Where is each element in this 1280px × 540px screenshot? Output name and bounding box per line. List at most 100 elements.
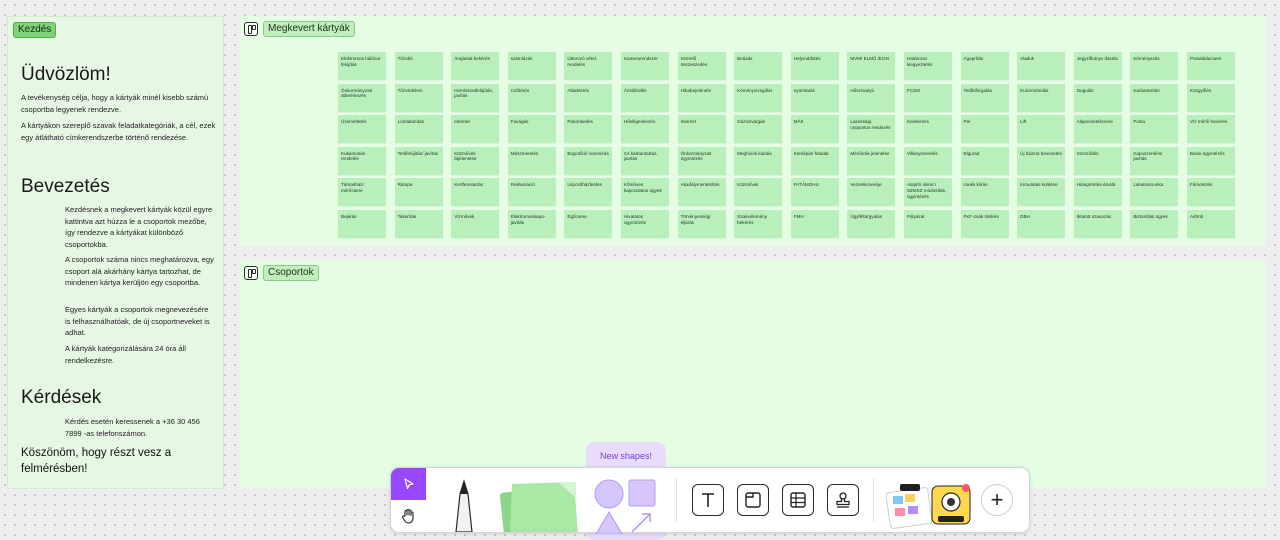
card[interactable]: Internet xyxy=(451,115,500,144)
card[interactable]: Airbnb xyxy=(1186,209,1235,238)
card[interactable]: Kukamosás rendelés xyxy=(338,146,386,175)
card[interactable]: Gázszivárgás xyxy=(734,115,783,144)
card[interactable]: Önkormányzati ügyintézés xyxy=(677,146,726,175)
card[interactable]: Fűmetszés xyxy=(1186,178,1235,207)
card[interactable]: Bogcsíkó/ novenirás xyxy=(564,146,613,175)
card[interactable]: Per xyxy=(960,115,1009,144)
card[interactable]: Rámpa xyxy=(394,178,443,207)
intro-tag[interactable]: Kezdés xyxy=(13,22,57,38)
card[interactable]: Posta xyxy=(1130,115,1179,144)
card[interactable]: Ázsitűrülés xyxy=(620,83,669,112)
card[interactable]: Csőtörés xyxy=(507,83,556,112)
card[interactable]: Közművek xyxy=(734,178,783,207)
card[interactable]: Úttorozó vétel, rendelés xyxy=(564,52,613,80)
card[interactable]: Hőszivattyú xyxy=(847,83,896,112)
card[interactable]: Kőműves kapcsolatos ügyek xyxy=(620,178,669,207)
card[interactable]: csekk kiírás xyxy=(960,178,1009,207)
card[interactable]: FATÁMOHU xyxy=(790,178,839,207)
card[interactable]: Banki ügyintézés xyxy=(1186,146,1235,175)
card[interactable]: MVM/ ELMŰ /EON xyxy=(847,52,896,80)
card[interactable]: Kéményszás xyxy=(1130,52,1179,80)
card[interactable]: Ágaprítás xyxy=(960,52,1009,80)
hand-tool-button[interactable] xyxy=(391,500,426,532)
card[interactable]: Kéményvizsgálat xyxy=(734,83,783,112)
card[interactable]: Szakvélemény bekérés xyxy=(734,209,783,238)
add-more-button[interactable]: + xyxy=(981,484,1013,516)
card[interactable]: FCSM xyxy=(903,83,952,112)
card[interactable]: Ügyféltárgyalás xyxy=(847,209,896,238)
shuffled-cards-frame[interactable]: Megkevert kártyák Elektromos hálózat fel… xyxy=(240,16,1266,246)
card[interactable]: Üzemeltetés xyxy=(338,115,386,144)
card[interactable]: FMH xyxy=(790,209,839,238)
card[interactable]: Lakossági, csoportos rendezés xyxy=(847,115,896,144)
card[interactable]: Tetőkiforgalás xyxy=(960,83,1009,112)
card[interactable]: Kertfenntartás xyxy=(451,178,500,207)
card[interactable]: Hidegrentés-átválá xyxy=(1073,178,1122,207)
pen-tool-button[interactable] xyxy=(444,478,484,532)
card[interactable]: Vízművek xyxy=(451,209,500,238)
card[interactable]: Hibabejelentés xyxy=(677,83,726,112)
card[interactable]: Önkormányzati átbeérkezés xyxy=(338,83,386,112)
card[interactable]: Homlokzatfelújítás, javítás xyxy=(451,83,500,112)
card[interactable]: Lift xyxy=(1017,115,1066,144)
card[interactable]: Kimutatás küldése xyxy=(1017,178,1066,207)
groups-frame-title[interactable]: Csoportok xyxy=(263,265,319,281)
card[interactable]: Ablaktörés xyxy=(564,83,613,112)
card[interactable]: Iktatott szavazás xyxy=(1073,209,1122,238)
card[interactable]: Kapuszerelési javítás xyxy=(1130,146,1179,175)
card[interactable]: Jegyzőkönyv iktatás xyxy=(1073,52,1122,80)
table-tool-button[interactable] xyxy=(782,484,814,516)
card[interactable]: MÁK xyxy=(790,115,839,144)
card[interactable]: Elektromoskapu-javítás xyxy=(507,209,556,238)
card[interactable]: FKF-zsák rátérés xyxy=(960,209,1009,238)
card[interactable]: Társasházi mérőcsere xyxy=(338,178,386,207)
card[interactable]: Postaládacsere xyxy=(1186,52,1235,80)
shuffled-frame-title[interactable]: Megkevert kártyák xyxy=(263,21,355,37)
card[interactable]: Kivitelezés xyxy=(903,115,952,144)
card[interactable]: Viaduk xyxy=(1017,52,1066,80)
card[interactable]: Mészmeretés xyxy=(507,146,556,175)
card[interactable]: Árajánlat bekérés xyxy=(451,52,500,80)
text-tool-button[interactable] xyxy=(692,484,724,516)
card[interactable]: Szerelő összeszedés xyxy=(677,52,726,80)
card[interactable]: számlázás xyxy=(507,52,556,80)
card[interactable]: Bejárás xyxy=(338,209,386,238)
card[interactable]: Rokonkedés xyxy=(564,115,613,144)
card[interactable]: Karbantartás xyxy=(1130,83,1179,112)
card[interactable]: Tűzoltó xyxy=(394,52,443,80)
card[interactable]: Biztosítási ügyek xyxy=(1130,209,1179,238)
card[interactable]: Határozat kiegyeztetés xyxy=(903,52,952,80)
card[interactable]: Kerékpári feladat xyxy=(790,146,839,175)
intro-section[interactable]: Kezdés Üdvözlöm! A tevékenység célja, ho… xyxy=(7,16,224,489)
card[interactable]: Dugulás xyxy=(1073,83,1122,112)
select-tool-button[interactable] xyxy=(391,468,426,500)
section-tool-button[interactable] xyxy=(737,484,769,516)
groups-frame-header[interactable]: Csoportok xyxy=(244,265,319,281)
card[interactable]: Internet xyxy=(677,115,726,144)
card[interactable]: Égőcsere xyxy=(564,209,613,238)
card[interactable]: Lakatosmunka xyxy=(1130,178,1179,207)
card[interactable]: nyomtatás xyxy=(790,83,839,112)
card[interactable]: Víz mérő/ hevérés xyxy=(1186,115,1235,144)
card[interactable]: Meghívók kiadás xyxy=(734,146,783,175)
stamp-tool-button[interactable] xyxy=(827,484,859,516)
card[interactable]: Cs karbantartás, javítás xyxy=(620,146,669,175)
card[interactable]: Lépcsőházfestés xyxy=(564,178,613,207)
card[interactable]: Lomtalanítás xyxy=(394,115,443,144)
templates-and-widgets-button[interactable] xyxy=(886,478,976,530)
card[interactable]: Villanyszerelés xyxy=(903,146,952,175)
card[interactable]: Tetőfelújítás/ javítás xyxy=(394,146,443,175)
card[interactable]: Reklamáció xyxy=(507,178,556,207)
card[interactable]: Hőelligenkezés xyxy=(620,115,669,144)
card[interactable]: Törvényességi eljárás xyxy=(677,209,726,238)
card[interactable]: Tűzvédelem xyxy=(394,83,443,112)
card[interactable]: Új házirut bevezetés xyxy=(1017,146,1066,175)
shapes-tool-button[interactable] xyxy=(590,476,662,534)
sticky-note-tool-button[interactable] xyxy=(496,478,582,532)
card[interactable]: Közművek átjelentése xyxy=(451,146,500,175)
card[interactable]: Mérőórák jelentése xyxy=(847,146,896,175)
shuffled-frame-header[interactable]: Megkevert kártyák xyxy=(244,21,355,37)
card[interactable]: Kulcsmásolás xyxy=(1017,83,1066,112)
card[interactable]: Elgurad xyxy=(960,146,1009,175)
card[interactable]: Akadálymentesítés xyxy=(677,178,726,207)
